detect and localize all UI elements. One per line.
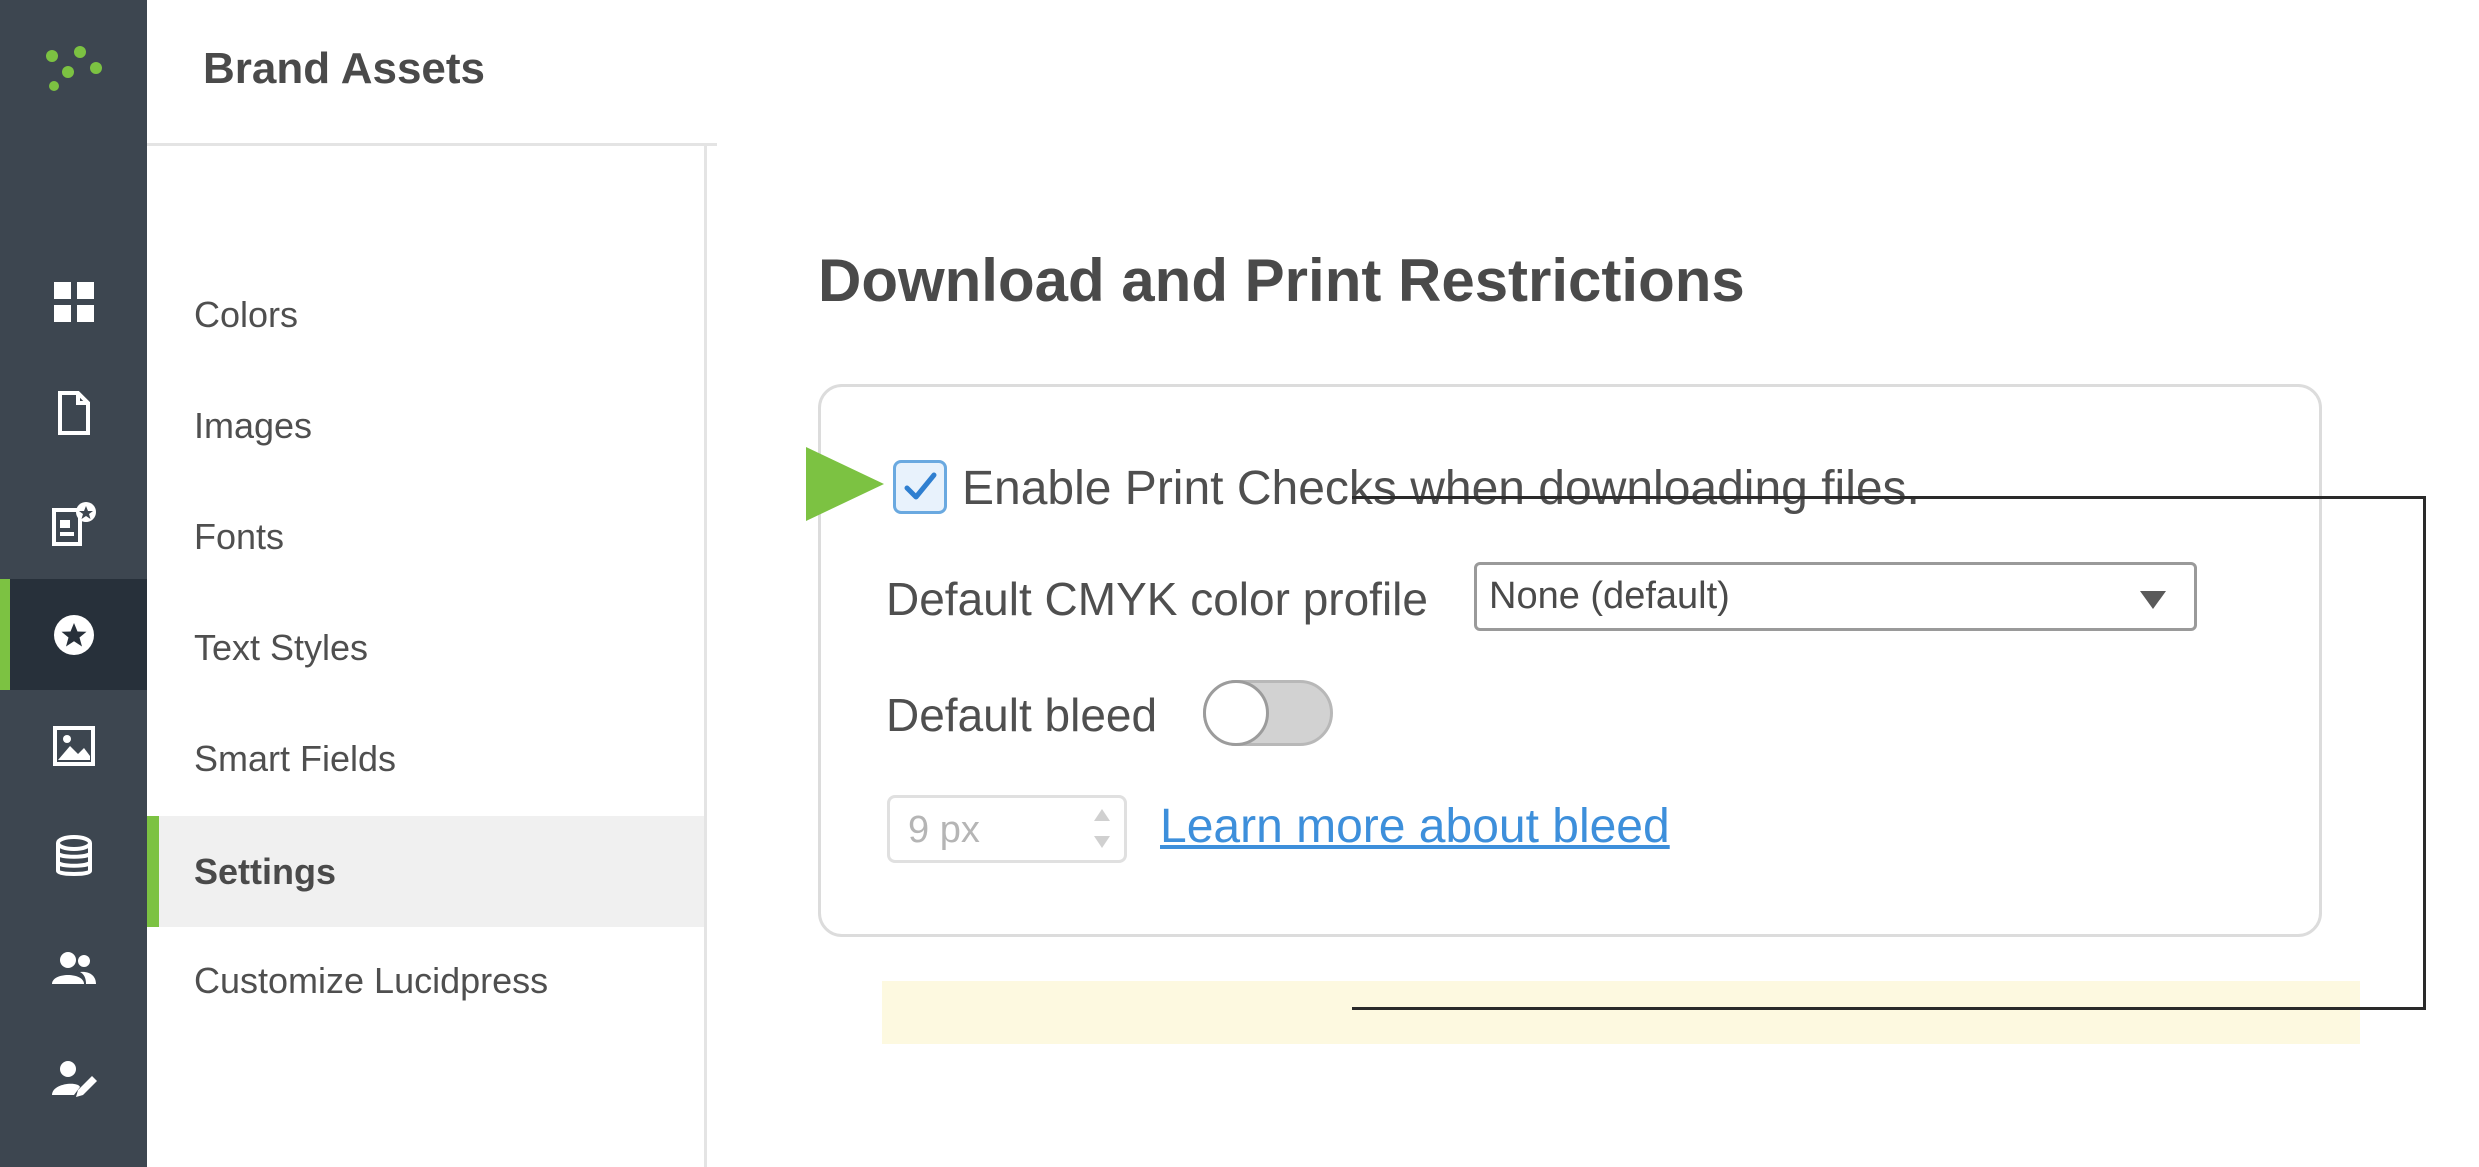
sidebar-item-fonts[interactable]: Fonts (147, 481, 704, 592)
stepper-down-icon[interactable] (1094, 836, 1110, 848)
checkmark-icon (904, 472, 937, 500)
rail-item-users[interactable] (0, 912, 147, 1023)
default-bleed-label: Default bleed (886, 689, 1158, 741)
icon-rail (0, 0, 147, 1167)
pointer-arrow-icon (806, 447, 884, 521)
brand-star-icon (53, 614, 94, 655)
callout-bracket (1352, 496, 2426, 1010)
sidebar-header: Brand Assets (147, 0, 717, 146)
rail-item-documents[interactable] (0, 357, 147, 468)
rail-item-data[interactable] (0, 801, 147, 912)
sidebar-item-text-styles[interactable]: Text Styles (147, 592, 704, 703)
sidebar-item-colors[interactable]: Colors (147, 259, 704, 370)
print-checks-checkbox[interactable] (893, 460, 947, 514)
stepper-up-icon[interactable] (1094, 809, 1110, 821)
rail-item-templates[interactable] (0, 468, 147, 579)
rail-item-brand[interactable] (0, 579, 147, 690)
bleed-size-input[interactable] (908, 806, 1068, 854)
database-icon (55, 834, 92, 876)
sidebar-item-smart-fields[interactable]: Smart Fields (147, 703, 704, 814)
users-icon (51, 951, 96, 984)
brand-sidebar: Brand Assets Colors Images Fonts Text St… (147, 0, 717, 1167)
sidebar-item-images[interactable]: Images (147, 370, 704, 481)
sidebar-item-customize[interactable]: Customize Lucidpress (147, 925, 704, 1036)
cmyk-profile-label: Default CMYK color profile (886, 573, 1428, 625)
lucid-logo-icon[interactable] (44, 42, 104, 94)
sidebar-title: Brand Assets (203, 44, 486, 93)
toggle-knob (1203, 680, 1269, 746)
sidebar-item-settings[interactable]: Settings (147, 816, 704, 927)
default-bleed-toggle[interactable] (1203, 680, 1333, 746)
user-edit-icon (51, 1060, 97, 1097)
image-icon (52, 725, 95, 766)
document-icon (57, 390, 90, 435)
bleed-size-stepper[interactable] (887, 795, 1127, 863)
rail-item-images[interactable] (0, 690, 147, 801)
template-star-icon (51, 501, 96, 546)
section-title: Download and Print Restrictions (818, 247, 1745, 314)
rail-item-user-edit[interactable] (0, 1023, 147, 1134)
dashboard-grid-icon (53, 281, 94, 322)
rail-item-dashboard[interactable] (0, 246, 147, 357)
